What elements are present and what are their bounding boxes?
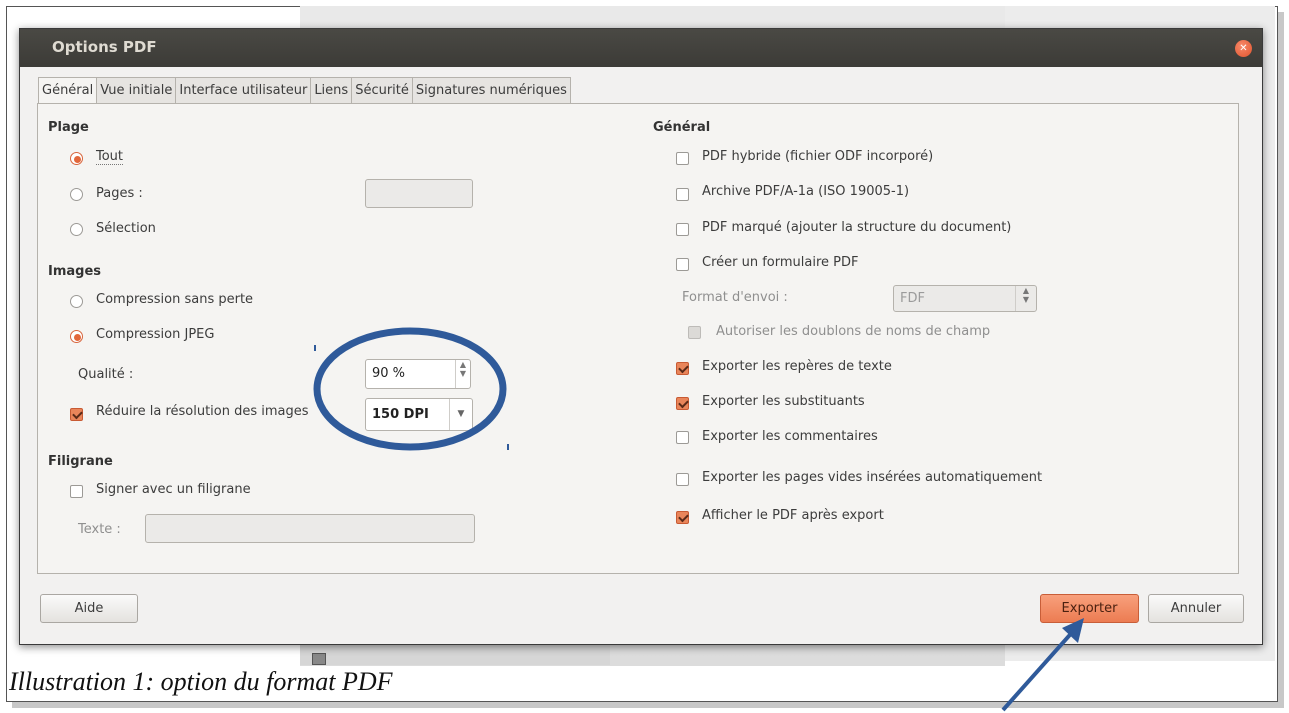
quality-spinbox[interactable]: 90 % ▲ ▼ <box>365 359 471 389</box>
quality-label: Qualité : <box>78 367 134 382</box>
images-header: Images <box>48 264 102 279</box>
comments-checkbox[interactable] <box>676 431 689 444</box>
range-pages-label[interactable]: Pages : <box>96 186 143 201</box>
resolution-combobox[interactable]: 150 DPI ▼ <box>365 398 473 431</box>
range-selection-radio[interactable] <box>70 223 83 236</box>
tab-initial-view[interactable]: Vue initiale <box>96 77 177 104</box>
submit-format-label: Format d'envoi : <box>682 290 788 305</box>
duplicates-checkbox[interactable] <box>688 326 701 339</box>
chevron-down-icon[interactable]: ▼ <box>449 399 472 430</box>
spin-arrows-icon[interactable]: ▲ ▼ <box>1015 286 1036 311</box>
export-button[interactable]: Exporter <box>1040 594 1139 623</box>
blank-pages-checkbox[interactable] <box>676 473 689 486</box>
tab-digital-signatures[interactable]: Signatures numériques <box>411 77 571 104</box>
help-button[interactable]: Aide <box>40 594 138 623</box>
range-selection-label[interactable]: Sélection <box>96 221 156 236</box>
close-button[interactable]: ✕ <box>1235 40 1252 57</box>
tagged-checkbox[interactable] <box>676 223 689 236</box>
quality-value: 90 % <box>372 366 406 381</box>
tab-general[interactable]: Général <box>38 77 98 105</box>
form-label[interactable]: Créer un formulaire PDF <box>702 255 858 270</box>
range-pages-radio[interactable] <box>70 188 83 201</box>
view-after-checkbox[interactable] <box>676 511 689 524</box>
blank-pages-label[interactable]: Exporter les pages vides insérées automa… <box>702 470 1042 485</box>
jpeg-radio[interactable] <box>70 330 83 343</box>
archive-checkbox[interactable] <box>676 188 689 201</box>
archive-label[interactable]: Archive PDF/A-1a (ISO 19005-1) <box>702 184 909 199</box>
figure-caption: Illustration 1: option du format PDF <box>9 667 393 696</box>
lossless-radio[interactable] <box>70 295 83 308</box>
range-all-radio[interactable] <box>70 152 83 165</box>
range-header: Plage <box>48 120 89 135</box>
submit-format-value: FDF <box>900 291 925 306</box>
tab-links[interactable]: Liens <box>310 77 353 104</box>
tab-user-interface[interactable]: Interface utilisateur <box>175 77 312 104</box>
bookmarks-label[interactable]: Exporter les repères de texte <box>702 359 892 374</box>
watermark-label[interactable]: Signer avec un filigrane <box>96 482 251 497</box>
duplicates-label[interactable]: Autoriser les doublons de noms de champ <box>716 324 990 339</box>
range-all-label[interactable]: Tout <box>96 149 124 165</box>
tagged-label[interactable]: PDF marqué (ajouter la structure du docu… <box>702 220 1011 235</box>
reduce-resolution-label[interactable]: Réduire la résolution des images <box>96 404 309 419</box>
dialog-title: Options PDF <box>52 38 157 56</box>
bookmarks-checkbox[interactable] <box>676 362 689 375</box>
general-panel: Plage Tout Pages : Sélection Images Comp… <box>37 103 1239 574</box>
reduce-resolution-checkbox[interactable] <box>70 408 83 421</box>
submit-format-spinbox[interactable]: FDF ▲ ▼ <box>893 285 1037 312</box>
watermark-header: Filigrane <box>48 454 113 469</box>
tab-security[interactable]: Sécurité <box>351 77 413 104</box>
pages-input[interactable] <box>365 179 473 208</box>
placeholders-label[interactable]: Exporter les substituants <box>702 394 865 409</box>
spin-arrows-icon[interactable]: ▲ ▼ <box>455 360 470 388</box>
titlebar: Options PDF ✕ <box>20 29 1262 67</box>
tab-bar: Général Vue initiale Interface utilisate… <box>38 77 571 105</box>
document-icon <box>312 653 326 665</box>
watermark-checkbox[interactable] <box>70 485 83 498</box>
form-checkbox[interactable] <box>676 258 689 271</box>
view-after-label[interactable]: Afficher le PDF après export <box>702 508 884 523</box>
general-header: Général <box>653 120 711 135</box>
comments-label[interactable]: Exporter les commentaires <box>702 429 878 444</box>
watermark-text-input[interactable] <box>145 514 475 543</box>
hybrid-label[interactable]: PDF hybride (fichier ODF incorporé) <box>702 149 933 164</box>
pdf-options-dialog: Options PDF ✕ Général Vue initiale Inter… <box>19 28 1263 645</box>
jpeg-label[interactable]: Compression JPEG <box>96 327 214 342</box>
placeholders-checkbox[interactable] <box>676 397 689 410</box>
text-label: Texte : <box>78 522 121 537</box>
lossless-label[interactable]: Compression sans perte <box>96 292 253 307</box>
hybrid-checkbox[interactable] <box>676 152 689 165</box>
resolution-value: 150 DPI <box>372 407 429 422</box>
cancel-button[interactable]: Annuler <box>1148 594 1244 623</box>
